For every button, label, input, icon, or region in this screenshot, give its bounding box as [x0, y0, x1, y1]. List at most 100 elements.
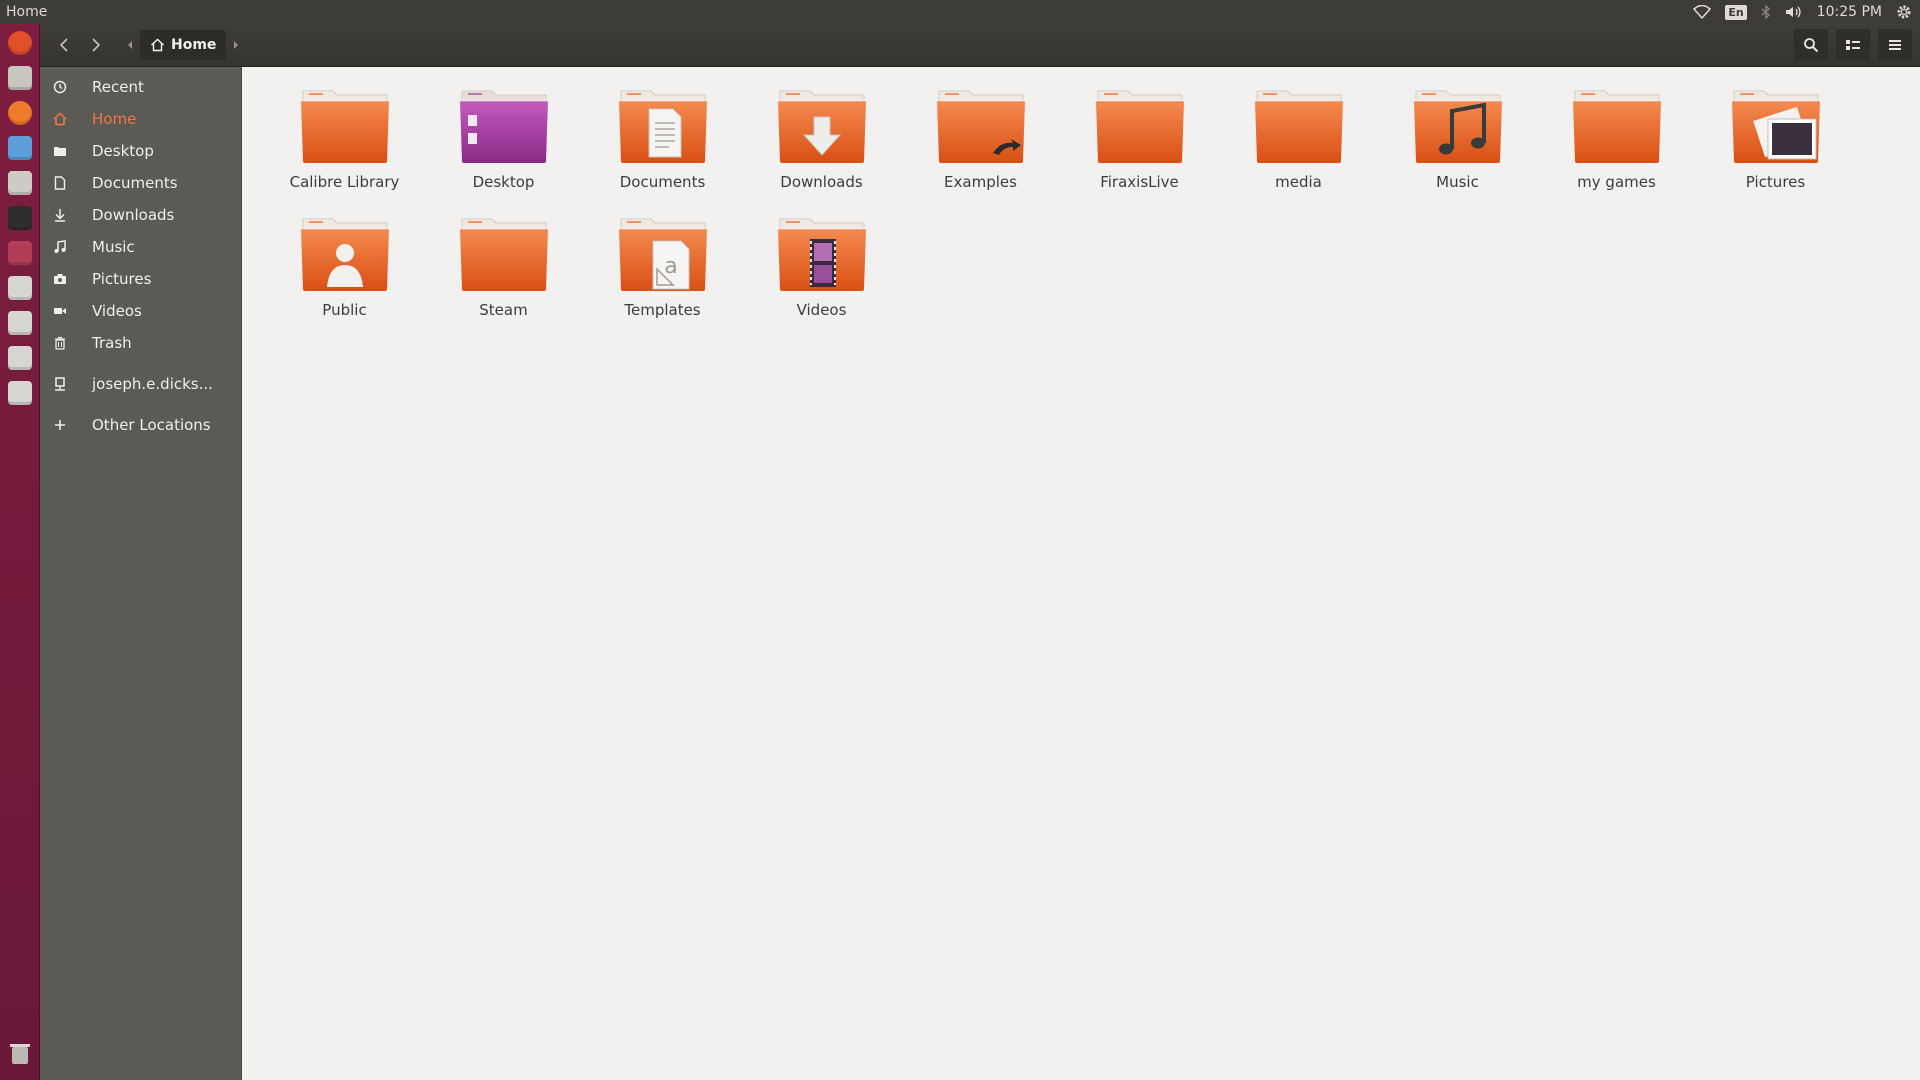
folder-label: Pictures: [1745, 173, 1806, 191]
breadcrumb-scroll-right[interactable]: [226, 30, 246, 60]
trash-icon: [10, 1044, 30, 1064]
view-toggle-button[interactable]: [1836, 29, 1870, 61]
launcher-item[interactable]: [5, 133, 35, 163]
sidebar-item-label: Pictures: [92, 270, 152, 288]
chevron-left-icon: [59, 38, 68, 52]
clock-indicator[interactable]: 10:25 PM: [1817, 4, 1882, 20]
folder-label: Documents: [619, 173, 706, 191]
drive-icon: [8, 311, 32, 335]
download-icon: [40, 208, 80, 222]
wifi-icon[interactable]: [1693, 5, 1712, 19]
folder-icon: [458, 217, 550, 293]
breadcrumb-home[interactable]: Home: [140, 30, 227, 60]
folder-item[interactable]: Steam: [424, 217, 583, 345]
folder-icon: a: [617, 217, 709, 293]
ubuntu-dash-icon: [8, 31, 32, 55]
sidebar-item-desktop[interactable]: Desktop: [40, 135, 241, 167]
launcher-item[interactable]: [5, 378, 35, 408]
sidebar-item-label: Music: [92, 238, 135, 256]
folder-icon: [1253, 89, 1345, 165]
folder-label: Desktop: [472, 173, 535, 191]
music-icon: [40, 240, 80, 254]
home-icon: [151, 38, 164, 52]
folder-item[interactable]: Downloads: [742, 89, 901, 217]
launcher-item[interactable]: [5, 63, 35, 93]
software-icon: [8, 241, 32, 265]
folder-item[interactable]: Examples: [901, 89, 1060, 217]
folder-label: my games: [1577, 173, 1656, 191]
folder-item[interactable]: a Templates: [583, 217, 742, 345]
sidebar-item-documents[interactable]: Documents: [40, 167, 241, 199]
sidebar-item-label: Downloads: [92, 206, 175, 224]
sidebar-item-label: Videos: [92, 302, 142, 320]
top-panel: Home En 10:25 PM: [0, 0, 1920, 24]
breadcrumb-home-label: Home: [171, 37, 217, 53]
launcher-item[interactable]: [5, 343, 35, 373]
launcher-item[interactable]: [5, 273, 35, 303]
window-title: Home: [6, 4, 48, 20]
back-button[interactable]: [48, 30, 80, 60]
folder-label: Examples: [944, 173, 1017, 191]
sidebar-item-pictures[interactable]: Pictures: [40, 263, 241, 295]
drive-icon: [8, 276, 32, 300]
search-button[interactable]: [1794, 29, 1828, 61]
folder-icon: [299, 217, 391, 293]
bluetooth-icon[interactable]: [1761, 5, 1771, 19]
sidebar-item-downloads[interactable]: Downloads: [40, 199, 241, 231]
folder-item[interactable]: FiraxisLive: [1060, 89, 1219, 217]
folder-item[interactable]: Calibre Library: [265, 89, 424, 217]
sidebar-item-label: Trash: [92, 334, 132, 352]
folder-item[interactable]: Pictures: [1696, 89, 1855, 217]
keyboard-layout-indicator[interactable]: En: [1725, 4, 1747, 20]
launcher-item[interactable]: [5, 203, 35, 233]
folder-item[interactable]: my games: [1537, 89, 1696, 217]
drive-icon: [8, 346, 32, 370]
folder-label: Templates: [624, 301, 701, 319]
sidebar-item-label: Desktop: [92, 142, 154, 160]
launcher-item[interactable]: [5, 168, 35, 198]
folder-label: Downloads: [780, 173, 863, 191]
settings-icon: [8, 171, 32, 195]
folder-icon: [1412, 89, 1504, 165]
volume-icon[interactable]: [1785, 5, 1803, 19]
folder-icon: [458, 89, 550, 165]
sidebar-item-recent[interactable]: Recent: [40, 71, 241, 103]
folder-item[interactable]: media: [1219, 89, 1378, 217]
sidebar-item-videos[interactable]: Videos: [40, 295, 241, 327]
terminal-icon: [8, 206, 32, 230]
folder-icon: [776, 217, 868, 293]
file-view[interactable]: Calibre Library Desktop Documents Downloads…: [243, 67, 1920, 1080]
sidebar-item-network[interactable]: joseph.e.dicks...: [40, 368, 241, 400]
sidebar-item-home[interactable]: Home: [40, 103, 241, 135]
breadcrumb-scroll-left[interactable]: [120, 30, 140, 60]
hamburger-icon: [1889, 40, 1901, 50]
sidebar-item-label: Other Locations: [92, 416, 211, 434]
video-icon: [40, 306, 80, 316]
launcher-item[interactable]: [5, 28, 35, 58]
screenshot-icon: [8, 136, 32, 160]
folder-item[interactable]: Public: [265, 217, 424, 345]
power-gear-icon[interactable]: [1896, 4, 1912, 20]
sidebar-item-other-locations[interactable]: Other Locations: [40, 409, 241, 441]
search-icon: [1804, 38, 1819, 53]
firefox-icon: [8, 101, 32, 125]
sidebar-item-label: Recent: [92, 78, 144, 96]
launcher-item[interactable]: [5, 308, 35, 338]
document-icon: [40, 176, 80, 190]
launcher-trash[interactable]: [5, 1039, 35, 1069]
forward-button[interactable]: [80, 30, 112, 60]
folder-icon: [617, 89, 709, 165]
folder-item[interactable]: Music: [1378, 89, 1537, 217]
sidebar-item-music[interactable]: Music: [40, 231, 241, 263]
menu-button[interactable]: [1878, 29, 1912, 61]
launcher-item[interactable]: [5, 238, 35, 268]
folder-item[interactable]: Videos: [742, 217, 901, 345]
folder-item[interactable]: Desktop: [424, 89, 583, 217]
sidebar-item-trash[interactable]: Trash: [40, 327, 241, 359]
folder-label: Videos: [796, 301, 847, 319]
drive-icon: [8, 381, 32, 405]
folder-item[interactable]: Documents: [583, 89, 742, 217]
triangle-right-icon: [234, 41, 239, 49]
folder-icon: [935, 89, 1027, 165]
launcher-item[interactable]: [5, 98, 35, 128]
